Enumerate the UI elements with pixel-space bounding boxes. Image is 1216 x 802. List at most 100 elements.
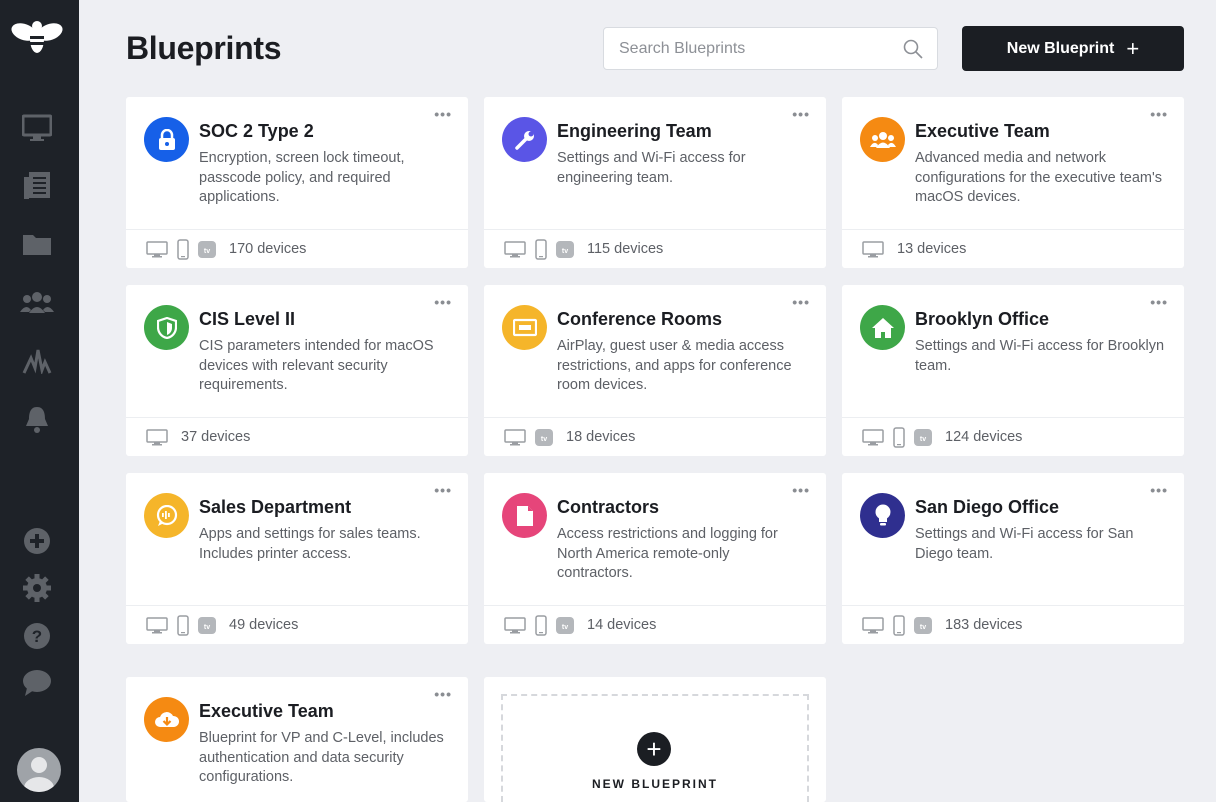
- card-description: Advanced media and network configuration…: [915, 150, 1162, 205]
- more-options-icon[interactable]: •••: [1150, 295, 1168, 309]
- phone-device-icon: [177, 238, 189, 260]
- apple-tv-device-icon: tv: [556, 616, 574, 634]
- blueprint-card[interactable]: ••• Conference Rooms AirPlay, guest user…: [484, 285, 826, 456]
- card-description: Access restrictions and logging for Nort…: [557, 526, 778, 581]
- svg-text:tv: tv: [541, 436, 547, 443]
- card-title[interactable]: Brooklyn Office: [915, 309, 1049, 330]
- more-options-icon[interactable]: •••: [434, 687, 452, 701]
- apple-tv-device-icon: tv: [535, 428, 553, 446]
- card-title[interactable]: SOC 2 Type 2: [199, 121, 314, 142]
- card-footer: 37 devices: [126, 417, 468, 456]
- more-options-icon[interactable]: •••: [792, 107, 810, 121]
- logo-bee-icon[interactable]: [10, 17, 64, 57]
- desktop-device-icon: [504, 240, 526, 258]
- card-footer: 13 devices: [842, 229, 1184, 268]
- card-footer: tv 14 devices: [484, 605, 826, 644]
- search-input[interactable]: [619, 39, 903, 58]
- desktop-device-icon: [862, 428, 884, 446]
- avatar[interactable]: [17, 748, 61, 792]
- card-title[interactable]: Contractors: [557, 497, 659, 518]
- card-footer: tv 183 devices: [842, 605, 1184, 644]
- phone-device-icon: [535, 614, 547, 636]
- home-icon: [860, 305, 905, 350]
- blueprint-card[interactable]: ••• Executive Team Blueprint for VP and …: [126, 677, 468, 802]
- blueprint-card[interactable]: ••• Contractors Access restrictions and …: [484, 473, 826, 644]
- blueprint-card[interactable]: ••• San Diego Office Settings and Wi-Fi …: [842, 473, 1184, 644]
- device-count: 115 devices: [587, 241, 664, 257]
- blueprint-card[interactable]: ••• CIS Level II CIS parameters intended…: [126, 285, 468, 456]
- chat-icon[interactable]: [19, 665, 55, 701]
- presentation-icon: [502, 305, 547, 350]
- more-options-icon[interactable]: •••: [434, 483, 452, 497]
- device-count: 13 devices: [897, 241, 967, 257]
- more-options-icon[interactable]: •••: [434, 107, 452, 121]
- card-description: Blueprint for VP and C-Level, includes a…: [199, 730, 444, 785]
- desktop-device-icon: [862, 240, 884, 258]
- desktop-device-icon: [146, 240, 168, 258]
- folder-icon[interactable]: [19, 226, 55, 262]
- phone-device-icon: [177, 614, 189, 636]
- more-options-icon[interactable]: •••: [792, 483, 810, 497]
- card-title[interactable]: San Diego Office: [915, 497, 1059, 518]
- card-title[interactable]: Executive Team: [915, 121, 1050, 142]
- search-icon[interactable]: [903, 39, 923, 59]
- phone-device-icon: [893, 614, 905, 636]
- card-footer: tv 124 devices: [842, 417, 1184, 456]
- users-icon[interactable]: [19, 284, 55, 320]
- blueprint-card[interactable]: ••• Engineering Team Settings and Wi-Fi …: [484, 97, 826, 268]
- sidebar: ?: [0, 0, 79, 802]
- blueprint-card[interactable]: ••• SOC 2 Type 2 Encryption, screen lock…: [126, 97, 468, 268]
- search-box[interactable]: [603, 27, 938, 70]
- new-blueprint-card[interactable]: + NEW BLUEPRINT: [484, 677, 826, 802]
- card-title[interactable]: Executive Team: [199, 701, 334, 722]
- desktop-device-icon: [146, 616, 168, 634]
- shield-icon: [144, 305, 189, 350]
- new-blueprint-label: New Blueprint: [1006, 39, 1115, 57]
- add-circle-icon: +: [637, 732, 671, 766]
- more-options-icon[interactable]: •••: [792, 295, 810, 309]
- apple-tv-device-icon: tv: [914, 428, 932, 446]
- cloud-download-icon: [144, 697, 189, 742]
- settings-gear-icon[interactable]: [19, 570, 55, 606]
- device-count: 14 devices: [587, 617, 657, 633]
- svg-text:tv: tv: [562, 248, 568, 255]
- svg-text:tv: tv: [204, 624, 210, 631]
- desktop-device-icon: [504, 616, 526, 634]
- desktop-device-icon: [862, 616, 884, 634]
- card-description: AirPlay, guest user & media access restr…: [557, 338, 792, 393]
- card-title[interactable]: Conference Rooms: [557, 309, 722, 330]
- chat-bubble-icon: [144, 493, 189, 538]
- new-blueprint-card-label: NEW BLUEPRINT: [592, 777, 718, 791]
- blueprint-card[interactable]: ••• Executive Team Advanced media and ne…: [842, 97, 1184, 268]
- card-footer: tv 115 devices: [484, 229, 826, 268]
- more-options-icon[interactable]: •••: [434, 295, 452, 309]
- monitor-icon[interactable]: [19, 110, 55, 146]
- card-title[interactable]: Sales Department: [199, 497, 351, 518]
- card-title[interactable]: CIS Level II: [199, 309, 295, 330]
- card-description: Apps and settings for sales teams. Inclu…: [199, 526, 421, 562]
- bell-icon[interactable]: [19, 402, 55, 438]
- help-icon[interactable]: ?: [19, 618, 55, 654]
- blueprint-card[interactable]: ••• Sales Department Apps and settings f…: [126, 473, 468, 644]
- card-description: Settings and Wi-Fi access for Brooklyn t…: [915, 338, 1165, 374]
- desktop-device-icon: [504, 428, 526, 446]
- add-circle-icon[interactable]: [19, 523, 55, 559]
- more-options-icon[interactable]: •••: [1150, 483, 1168, 497]
- device-count: 183 devices: [945, 617, 1023, 633]
- more-options-icon[interactable]: •••: [1150, 107, 1168, 121]
- blueprint-list-icon[interactable]: [19, 168, 55, 204]
- new-blueprint-button[interactable]: New Blueprint +: [962, 26, 1184, 71]
- device-count: 18 devices: [566, 429, 636, 445]
- svg-text:tv: tv: [204, 248, 210, 255]
- card-description: Settings and Wi-Fi access for engineerin…: [557, 150, 746, 186]
- activity-icon[interactable]: [19, 343, 55, 379]
- lock-icon: [144, 117, 189, 162]
- desktop-device-icon: [146, 428, 168, 446]
- card-description: Settings and Wi-Fi access for San Diego …: [915, 526, 1134, 562]
- device-count: 170 devices: [229, 241, 307, 257]
- apple-tv-device-icon: tv: [198, 616, 216, 634]
- blueprint-card[interactable]: ••• Brooklyn Office Settings and Wi-Fi a…: [842, 285, 1184, 456]
- card-title[interactable]: Engineering Team: [557, 121, 712, 142]
- device-count: 37 devices: [181, 429, 251, 445]
- svg-text:tv: tv: [920, 624, 926, 631]
